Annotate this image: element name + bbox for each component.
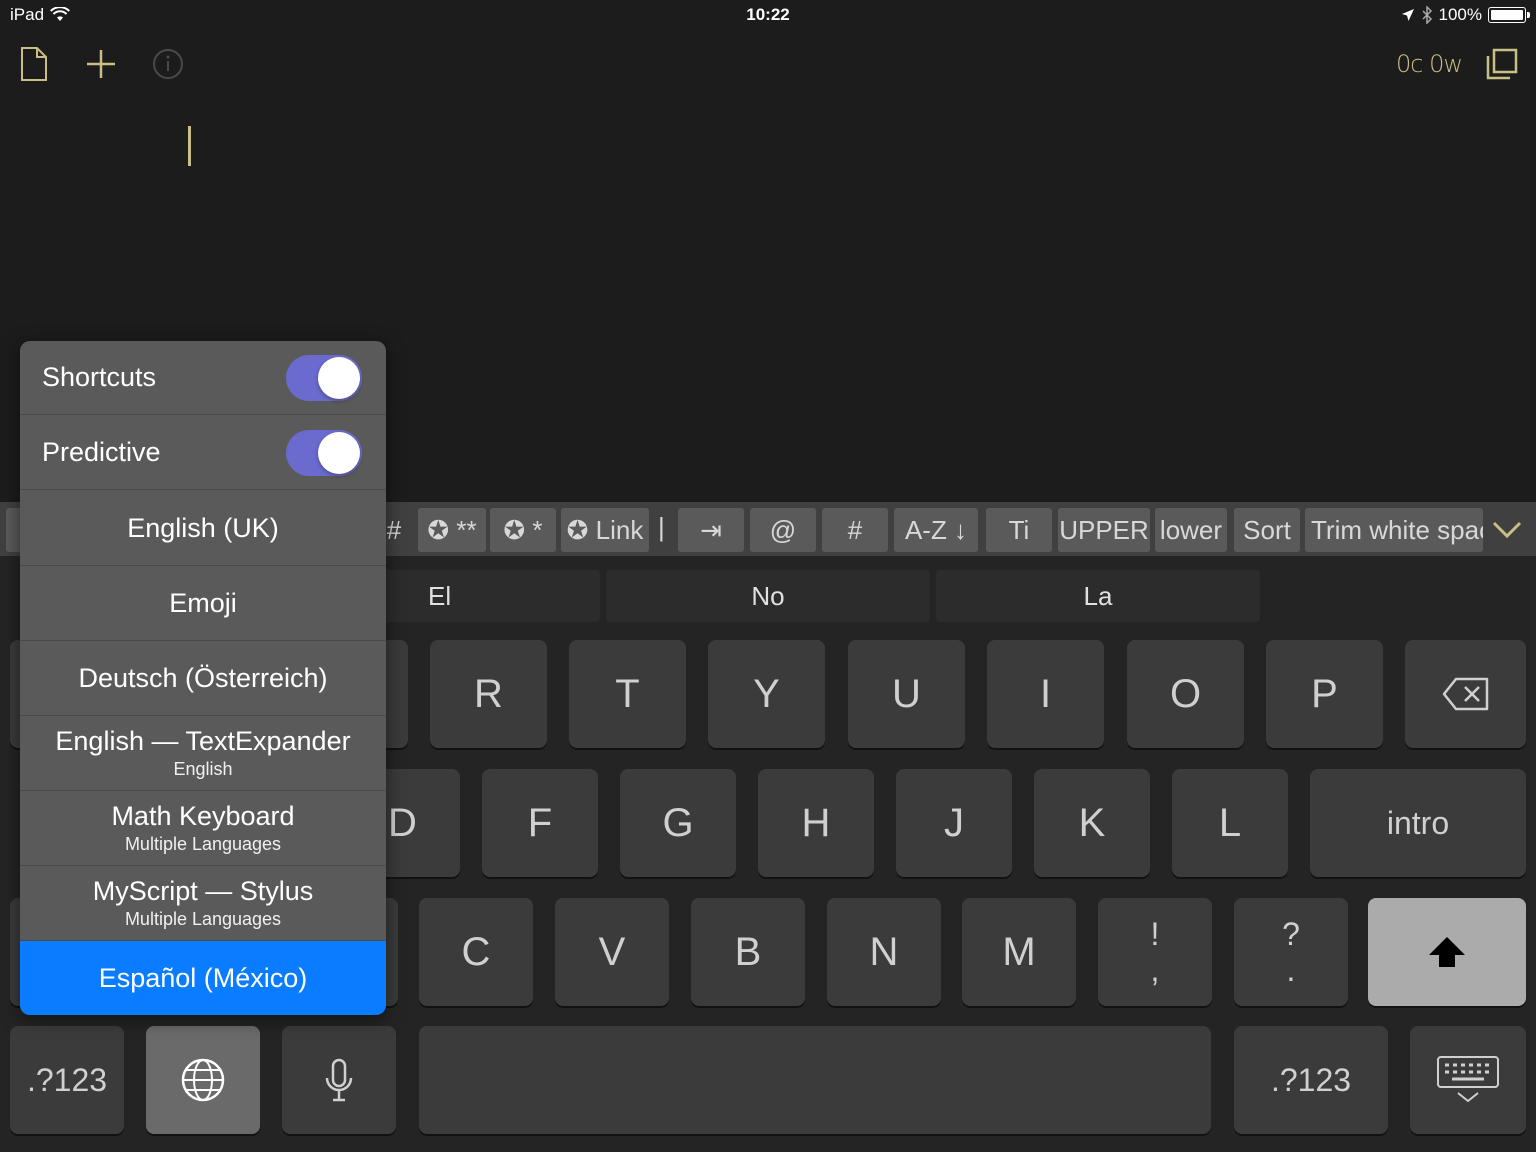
key-h[interactable]: H	[758, 769, 874, 877]
key-period-label: .	[1286, 952, 1296, 988]
predictive-toggle[interactable]	[286, 429, 362, 476]
chevron-down-icon[interactable]	[1490, 512, 1524, 546]
extra-key-italic[interactable]: ✪ *	[490, 508, 556, 552]
word-count: 0c 0w	[1396, 50, 1463, 78]
language-espanol-mexico[interactable]: Español (México)	[20, 941, 386, 1015]
plus-icon[interactable]	[81, 44, 121, 84]
document-icon[interactable]	[14, 44, 54, 84]
key-question-period[interactable]: ? .	[1234, 898, 1348, 1006]
shortcuts-label: Shortcuts	[42, 362, 157, 392]
expand-icon[interactable]	[1482, 44, 1522, 84]
globe-icon	[181, 1058, 225, 1102]
key-y[interactable]: Y	[708, 640, 825, 748]
key-u[interactable]: U	[848, 640, 965, 748]
language-english-uk[interactable]: English (UK)	[20, 491, 386, 566]
language-title: Emoji	[169, 587, 237, 618]
clock: 10:22	[746, 5, 790, 24]
keyboard-language-menu: Shortcuts Predictive English (UK) Emoji …	[20, 341, 386, 1015]
language-subtitle: Multiple Languages	[124, 909, 282, 929]
language-title: English (UK)	[127, 512, 279, 543]
extra-key-sort-az[interactable]: A-Z ↓	[894, 508, 978, 552]
key-i[interactable]: I	[987, 640, 1104, 748]
bluetooth-icon	[1421, 6, 1432, 24]
key-v[interactable]: V	[555, 898, 669, 1006]
extra-separator: |	[658, 512, 665, 542]
language-title: Math Keyboard	[111, 801, 295, 831]
microphone-icon	[325, 1058, 353, 1102]
language-title: MyScript — Stylus	[92, 876, 314, 906]
globe-key[interactable]	[146, 1026, 260, 1134]
suggestion-3[interactable]: La	[936, 570, 1260, 622]
key-g[interactable]: G	[620, 769, 736, 877]
extra-key-sort[interactable]: Sort	[1234, 508, 1300, 552]
key-o[interactable]: O	[1127, 640, 1244, 748]
numbers-key-left[interactable]: .?123	[10, 1026, 124, 1134]
extra-key-at[interactable]: @	[750, 508, 816, 552]
language-emoji[interactable]: Emoji	[20, 566, 386, 641]
key-c[interactable]: C	[419, 898, 533, 1006]
language-math-keyboard[interactable]: Math Keyboard Multiple Languages	[20, 791, 386, 866]
extra-key-hash2[interactable]: #	[822, 508, 888, 552]
key-m[interactable]: M	[962, 898, 1076, 1006]
dismiss-keyboard-key[interactable]	[1410, 1026, 1526, 1134]
language-title: Español (México)	[98, 962, 308, 993]
key-p[interactable]: P	[1266, 640, 1383, 748]
key-j[interactable]: J	[896, 769, 1012, 877]
space-key[interactable]	[419, 1026, 1211, 1134]
extra-key-lower[interactable]: lower	[1155, 508, 1227, 552]
extra-key-upper[interactable]: UPPER	[1058, 508, 1150, 552]
extra-key-tab[interactable]: ⇥	[678, 508, 744, 552]
language-subtitle: Multiple Languages	[124, 834, 282, 854]
language-title: Deutsch (Österreich)	[78, 662, 328, 693]
extra-key-title-case[interactable]: Ti	[986, 508, 1052, 552]
backspace-icon	[1442, 677, 1488, 711]
predictive-label: Predictive	[42, 437, 161, 467]
info-icon[interactable]	[148, 44, 188, 84]
key-t[interactable]: T	[569, 640, 686, 748]
shortcuts-toggle[interactable]	[286, 354, 362, 401]
battery-icon	[1488, 7, 1530, 23]
extra-key-bold[interactable]: ✪ **	[418, 508, 486, 552]
key-exclaim-label: !	[1150, 916, 1160, 952]
dictation-key[interactable]	[282, 1026, 396, 1134]
key-l[interactable]: L	[1172, 769, 1288, 877]
language-title: English — TextExpander	[55, 726, 351, 756]
numbers-key-right[interactable]: .?123	[1234, 1026, 1388, 1134]
predictive-row: Predictive	[20, 416, 386, 490]
extra-key-trim[interactable]: Trim white space	[1305, 508, 1483, 552]
language-textexpander[interactable]: English — TextExpander English	[20, 716, 386, 791]
delete-key[interactable]	[1405, 640, 1526, 748]
key-question-label: ?	[1282, 916, 1300, 952]
status-bar: iPad 10:22 100%	[0, 0, 1536, 30]
shortcuts-row: Shortcuts	[20, 341, 386, 415]
key-b[interactable]: B	[691, 898, 805, 1006]
language-deutsch-austria[interactable]: Deutsch (Österreich)	[20, 641, 386, 716]
key-f[interactable]: F	[482, 769, 598, 877]
key-comma-label: ,	[1150, 952, 1160, 988]
return-key[interactable]: intro	[1310, 769, 1526, 877]
location-icon	[1401, 9, 1414, 21]
language-myscript-stylus[interactable]: MyScript — Stylus Multiple Languages	[20, 866, 386, 941]
keyboard-hide-icon	[1437, 1056, 1499, 1103]
language-subtitle: English	[173, 759, 233, 779]
extra-key-link[interactable]: ✪ Link	[561, 508, 649, 552]
shift-key[interactable]	[1368, 898, 1526, 1006]
suggestion-2[interactable]: No	[606, 570, 930, 622]
key-n[interactable]: N	[827, 898, 941, 1006]
shift-arrow-icon	[1429, 937, 1465, 967]
battery-percent: 100%	[1438, 5, 1482, 24]
suggestion-1[interactable]: El	[372, 570, 600, 622]
key-exclaim-comma[interactable]: ! ,	[1098, 898, 1212, 1006]
key-r[interactable]: R	[430, 640, 547, 748]
key-k[interactable]: K	[1034, 769, 1150, 877]
